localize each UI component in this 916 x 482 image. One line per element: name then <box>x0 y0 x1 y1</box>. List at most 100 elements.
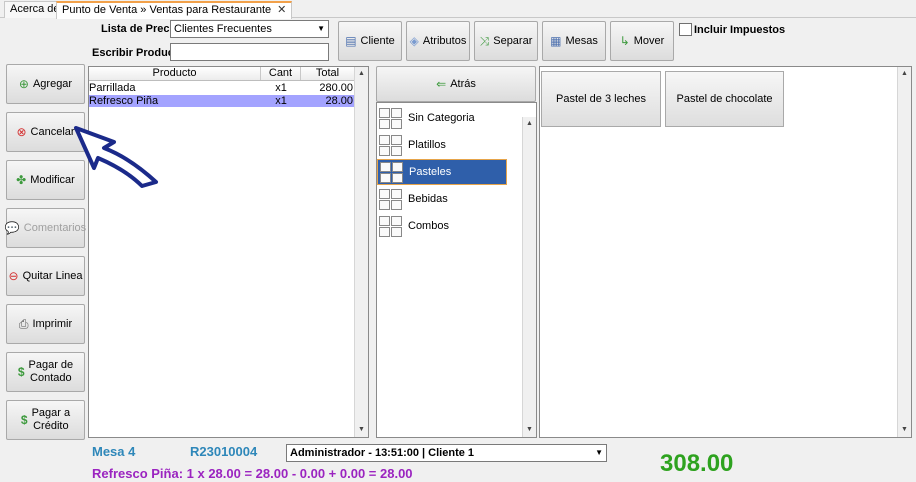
table-row-selected[interactable]: Refresco Piña x1 28.00 <box>89 95 355 107</box>
cell-total: 28.00 <box>325 95 353 107</box>
mover-label: Mover <box>633 34 665 47</box>
pagar-credito-label: Pagar a Crédito <box>32 407 71 433</box>
category-item-platillos[interactable]: Platillos <box>377 132 507 158</box>
cell-total: 280.00 <box>319 82 353 94</box>
category-label: Bebidas <box>408 193 448 205</box>
order-total: 308.00 <box>660 450 734 477</box>
add-icon: ⊕ <box>18 76 29 91</box>
scroll-down-icon[interactable]: ▼ <box>898 423 911 437</box>
cell-producto: Refresco Piña <box>89 95 159 107</box>
column-header-producto[interactable]: Producto <box>89 67 261 80</box>
split-icon: ⤨ <box>479 33 490 48</box>
separar-label: Separar <box>493 34 533 47</box>
cancelar-label: Cancelar <box>30 125 75 138</box>
atras-label: Atrás <box>450 77 476 90</box>
atras-button[interactable]: ⇐ Atrás <box>376 66 536 102</box>
product-panel: Pastel de 3 leches Pastel de chocolate ▲… <box>539 66 912 438</box>
tab-label: Punto de Venta » Ventas para Restaurante <box>62 4 272 16</box>
table-row[interactable]: Parrillada x1 280.00 <box>89 82 355 94</box>
comment-icon: 💬 <box>4 220 20 235</box>
atributos-label: Atributos <box>422 34 467 47</box>
category-scrollbar[interactable]: ▲ ▼ <box>522 117 536 437</box>
pagar-credito-line1: Pagar a <box>31 407 71 419</box>
remove-icon: ⊖ <box>8 268 19 283</box>
column-header-total[interactable]: Total <box>301 67 355 80</box>
product-pastel-chocolate[interactable]: Pastel de chocolate <box>665 71 784 127</box>
cliente-button[interactable]: ▤ Cliente <box>338 21 402 61</box>
mesas-button[interactable]: ▦ Mesas <box>542 21 606 61</box>
include-taxes-label: Incluir Impuestos <box>694 24 786 36</box>
session-select[interactable]: Administrador - 13:51:00 | Cliente 1 ▼ <box>286 444 607 462</box>
dollar-icon: $ <box>17 364 25 379</box>
scroll-up-icon[interactable]: ▲ <box>523 117 536 131</box>
client-card-icon: ▤ <box>345 33 357 48</box>
product-label: Pastel de chocolate <box>676 93 773 105</box>
pagar-credito-button[interactable]: $ Pagar a Crédito <box>6 400 85 440</box>
category-grid-icon <box>379 106 405 130</box>
printer-icon: ⎙ <box>18 316 29 331</box>
category-label: Sin Categoria <box>408 112 475 124</box>
tab-label: Acerca de <box>10 3 60 15</box>
product-scrollbar[interactable]: ▲ ▼ <box>897 67 911 437</box>
column-header-cant[interactable]: Cant <box>261 67 301 80</box>
scroll-down-icon[interactable]: ▼ <box>523 423 536 437</box>
chevron-down-icon: ▼ <box>317 24 325 33</box>
separar-button[interactable]: ⤨ Separar <box>474 21 538 61</box>
cliente-label: Cliente <box>360 34 395 47</box>
category-item-combos[interactable]: Combos <box>377 213 507 239</box>
cancel-icon: ⊗ <box>16 124 27 139</box>
line-summary: Refresco Piña: 1 x 28.00 = 28.00 - 0.00 … <box>92 466 413 481</box>
pagar-contado-line2: Contado <box>30 372 72 384</box>
quitar-linea-label: Quitar Linea <box>22 269 83 282</box>
order-code: R23010004 <box>190 444 258 459</box>
dollar-icon: $ <box>20 412 28 427</box>
product-pastel-3-leches[interactable]: Pastel de 3 leches <box>541 71 661 127</box>
close-icon[interactable]: ✕ <box>277 4 286 16</box>
include-taxes-checkbox[interactable] <box>679 23 692 36</box>
category-list: Sin Categoria Platillos Pasteles Bebidas… <box>376 102 537 438</box>
cell-cant: x1 <box>275 95 287 107</box>
category-grid-icon <box>380 160 406 184</box>
move-arrow-icon: ↳ <box>619 33 630 48</box>
agregar-label: Agregar <box>32 77 73 90</box>
table-number: Mesa 4 <box>92 444 136 459</box>
pagar-contado-button[interactable]: $ Pagar de Contado <box>6 352 85 392</box>
scroll-up-icon[interactable]: ▲ <box>898 67 911 81</box>
category-label: Pasteles <box>409 166 452 178</box>
comentarios-label: Comentarios <box>23 221 87 234</box>
category-item-bebidas[interactable]: Bebidas <box>377 186 507 212</box>
category-item-pasteles[interactable]: Pasteles <box>377 159 507 185</box>
write-product-input[interactable] <box>170 43 329 61</box>
table-grid-icon: ▦ <box>550 33 562 48</box>
pagar-contado-label: Pagar de Contado <box>29 359 74 385</box>
price-list-value: Clientes Frecuentes <box>174 23 272 35</box>
scroll-up-icon[interactable]: ▲ <box>355 67 368 81</box>
pagar-contado-line1: Pagar de <box>28 359 74 371</box>
tab-punto-de-venta[interactable]: Punto de Venta » Ventas para Restaurante… <box>56 1 293 19</box>
tab-bar: Acerca de Punto de Venta » Ventas para R… <box>0 0 916 19</box>
session-value: Administrador - 13:51:00 | Cliente 1 <box>290 447 475 459</box>
tag-icon: ◈ <box>409 33 419 48</box>
category-label: Combos <box>408 220 449 232</box>
category-grid-icon <box>379 187 405 211</box>
imprimir-button[interactable]: ⎙ Imprimir <box>6 304 85 344</box>
agregar-button[interactable]: ⊕ Agregar <box>6 64 85 104</box>
quitar-linea-button[interactable]: ⊖ Quitar Linea <box>6 256 85 296</box>
atributos-button[interactable]: ◈ Atributos <box>406 21 470 61</box>
pointer-arrow-annotation <box>74 126 158 188</box>
modificar-label: Modificar <box>30 173 75 186</box>
puzzle-icon: ✤ <box>16 172 27 187</box>
price-list-select[interactable]: Clientes Frecuentes ▼ <box>170 20 329 38</box>
arrow-left-icon: ⇐ <box>436 76 447 91</box>
cell-producto: Parrillada <box>89 82 136 94</box>
mover-button[interactable]: ↳ Mover <box>610 21 674 61</box>
order-grid-header: Producto Cant Total <box>89 67 355 81</box>
comentarios-button[interactable]: 💬 Comentarios <box>4 208 87 248</box>
pagar-credito-line2: Crédito <box>33 420 69 432</box>
scroll-down-icon[interactable]: ▼ <box>355 423 368 437</box>
category-grid-icon <box>379 214 405 238</box>
imprimir-label: Imprimir <box>32 317 73 330</box>
cell-cant: x1 <box>275 82 287 94</box>
order-grid-scrollbar[interactable]: ▲ ▼ <box>354 67 368 437</box>
category-item-sin-categoria[interactable]: Sin Categoria <box>377 105 507 131</box>
